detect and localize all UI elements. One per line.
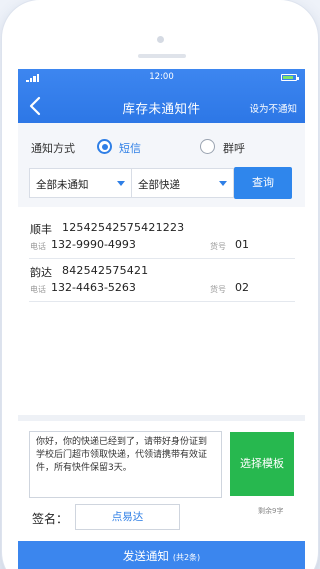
select-template-button[interactable]: 选择模板	[230, 432, 294, 496]
phone-label: 电话	[30, 285, 46, 294]
notify-method-label: 通知方式	[31, 142, 75, 155]
message-textarea[interactable]: 你好，你的快递已经到了，请带好身份证到学校后门超市领取快递，代领请携带有效证件，…	[29, 431, 222, 498]
status-bar: 12:00	[18, 69, 305, 86]
parcel-list: 顺丰 12542542575421223 电话 132-9990-4993 货号…	[18, 207, 305, 415]
radio-sms-label[interactable]: 短信	[119, 140, 141, 156]
send-notification-button[interactable]: 发送通知 (共2条)	[18, 541, 305, 569]
status-select[interactable]: 全部未通知	[29, 168, 132, 198]
chevron-down-icon	[219, 181, 227, 186]
phone-number: 132-9990-4993	[51, 238, 136, 251]
courier-select-value: 全部快递	[138, 179, 180, 191]
radio-group-call-label[interactable]: 群呼	[223, 140, 245, 156]
filter-panel: 通知方式 短信 群呼 全部未通知 全部快递 查询	[18, 123, 305, 207]
send-label: 发送通知	[122, 549, 169, 563]
courier-select[interactable]: 全部快递	[131, 168, 234, 198]
remaining-chars: 剩余9字	[258, 507, 284, 515]
set-no-notify-button[interactable]: 设为不通知	[249, 101, 297, 115]
shelf-code: 01	[235, 238, 249, 251]
shelf-code-label: 货号	[210, 242, 226, 251]
signature-input[interactable]: 点易达	[75, 504, 180, 530]
courier-name: 韵达	[30, 266, 52, 279]
speaker-grille	[138, 54, 186, 58]
shelf-code-label: 货号	[210, 285, 226, 294]
battery-icon	[281, 74, 299, 81]
status-time: 12:00	[149, 72, 174, 82]
query-button[interactable]: 查询	[234, 167, 292, 199]
send-count: (共2条)	[172, 553, 201, 562]
radio-group-call[interactable]	[200, 139, 215, 154]
tracking-number: 12542542575421223	[62, 221, 185, 234]
phone-number: 132-4463-5263	[51, 281, 136, 294]
camera-dot	[157, 36, 164, 43]
radio-sms[interactable]	[97, 139, 112, 154]
courier-name: 顺丰	[30, 223, 52, 236]
shelf-code: 02	[235, 281, 249, 294]
chevron-down-icon	[117, 181, 125, 186]
list-item[interactable]: 顺丰 12542542575421223 电话 132-9990-4993 货号…	[29, 219, 295, 259]
message-composer: 你好，你的快递已经到了，请带好身份证到学校后门超市领取快递，代领请携带有效证件，…	[18, 421, 305, 541]
app-screen: 12:00 库存未通知件 设为不通知 通知方式 短信 群呼 全部未通知 全部快递…	[18, 69, 305, 569]
status-select-value: 全部未通知	[36, 179, 89, 191]
app-header: 12:00 库存未通知件 设为不通知	[18, 69, 305, 123]
tracking-number: 842542575421	[62, 264, 149, 277]
list-item[interactable]: 韵达 842542575421 电话 132-4463-5263 货号 02	[29, 262, 295, 302]
phone-label: 电话	[30, 242, 46, 251]
signature-label: 签名：	[32, 512, 69, 526]
